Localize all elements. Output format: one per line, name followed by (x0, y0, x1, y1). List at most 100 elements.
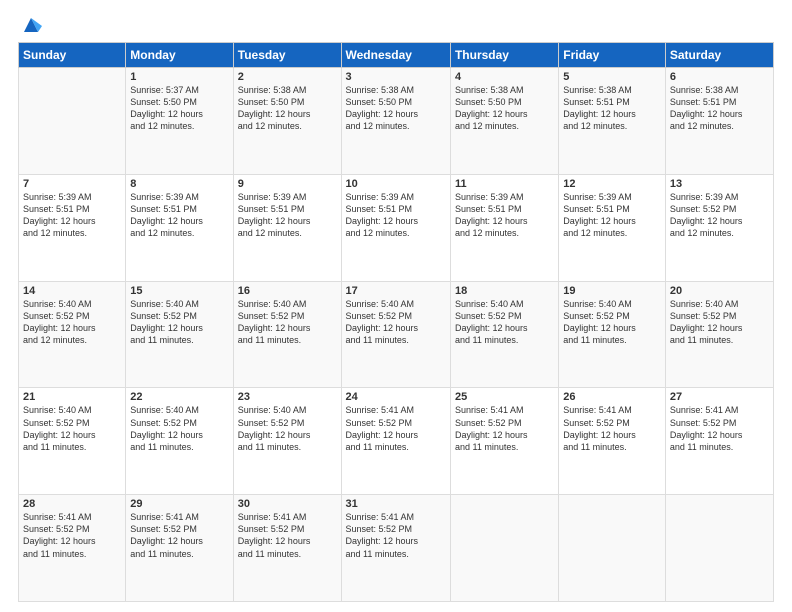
day-number: 17 (346, 285, 446, 297)
calendar-week-row: 7Sunrise: 5:39 AM Sunset: 5:51 PM Daylig… (19, 174, 774, 281)
day-number: 16 (238, 285, 337, 297)
day-info: Sunrise: 5:38 AM Sunset: 5:50 PM Dayligh… (238, 84, 337, 133)
header-friday: Friday (559, 43, 666, 68)
calendar-cell: 17Sunrise: 5:40 AM Sunset: 5:52 PM Dayli… (341, 281, 450, 388)
day-info: Sunrise: 5:40 AM Sunset: 5:52 PM Dayligh… (455, 298, 554, 347)
calendar-cell: 14Sunrise: 5:40 AM Sunset: 5:52 PM Dayli… (19, 281, 126, 388)
day-number: 31 (346, 498, 446, 510)
day-info: Sunrise: 5:40 AM Sunset: 5:52 PM Dayligh… (238, 404, 337, 453)
day-info: Sunrise: 5:39 AM Sunset: 5:51 PM Dayligh… (23, 191, 121, 240)
day-info: Sunrise: 5:38 AM Sunset: 5:51 PM Dayligh… (670, 84, 769, 133)
day-number: 12 (563, 178, 661, 190)
calendar-cell: 11Sunrise: 5:39 AM Sunset: 5:51 PM Dayli… (450, 174, 558, 281)
calendar-cell: 29Sunrise: 5:41 AM Sunset: 5:52 PM Dayli… (126, 495, 233, 602)
day-info: Sunrise: 5:41 AM Sunset: 5:52 PM Dayligh… (346, 511, 446, 560)
day-info: Sunrise: 5:39 AM Sunset: 5:51 PM Dayligh… (130, 191, 228, 240)
day-info: Sunrise: 5:39 AM Sunset: 5:51 PM Dayligh… (563, 191, 661, 240)
header-tuesday: Tuesday (233, 43, 341, 68)
header-thursday: Thursday (450, 43, 558, 68)
day-number: 27 (670, 391, 769, 403)
day-info: Sunrise: 5:39 AM Sunset: 5:51 PM Dayligh… (346, 191, 446, 240)
day-number: 2 (238, 71, 337, 83)
calendar-cell: 13Sunrise: 5:39 AM Sunset: 5:52 PM Dayli… (665, 174, 773, 281)
calendar-cell (450, 495, 558, 602)
day-number: 26 (563, 391, 661, 403)
day-number: 30 (238, 498, 337, 510)
calendar-cell: 25Sunrise: 5:41 AM Sunset: 5:52 PM Dayli… (450, 388, 558, 495)
calendar-cell: 27Sunrise: 5:41 AM Sunset: 5:52 PM Dayli… (665, 388, 773, 495)
calendar-cell (19, 68, 126, 175)
day-info: Sunrise: 5:39 AM Sunset: 5:51 PM Dayligh… (238, 191, 337, 240)
day-number: 6 (670, 71, 769, 83)
calendar-table: SundayMondayTuesdayWednesdayThursdayFrid… (18, 42, 774, 602)
day-info: Sunrise: 5:37 AM Sunset: 5:50 PM Dayligh… (130, 84, 228, 133)
calendar-cell: 2Sunrise: 5:38 AM Sunset: 5:50 PM Daylig… (233, 68, 341, 175)
day-info: Sunrise: 5:41 AM Sunset: 5:52 PM Dayligh… (130, 511, 228, 560)
day-info: Sunrise: 5:40 AM Sunset: 5:52 PM Dayligh… (23, 298, 121, 347)
calendar-cell: 9Sunrise: 5:39 AM Sunset: 5:51 PM Daylig… (233, 174, 341, 281)
day-number: 3 (346, 71, 446, 83)
day-info: Sunrise: 5:41 AM Sunset: 5:52 PM Dayligh… (455, 404, 554, 453)
calendar-cell: 8Sunrise: 5:39 AM Sunset: 5:51 PM Daylig… (126, 174, 233, 281)
day-info: Sunrise: 5:40 AM Sunset: 5:52 PM Dayligh… (238, 298, 337, 347)
calendar-cell: 10Sunrise: 5:39 AM Sunset: 5:51 PM Dayli… (341, 174, 450, 281)
calendar-cell: 1Sunrise: 5:37 AM Sunset: 5:50 PM Daylig… (126, 68, 233, 175)
day-number: 9 (238, 178, 337, 190)
day-number: 14 (23, 285, 121, 297)
calendar-cell: 22Sunrise: 5:40 AM Sunset: 5:52 PM Dayli… (126, 388, 233, 495)
day-info: Sunrise: 5:40 AM Sunset: 5:52 PM Dayligh… (130, 298, 228, 347)
calendar-cell: 26Sunrise: 5:41 AM Sunset: 5:52 PM Dayli… (559, 388, 666, 495)
calendar-cell: 20Sunrise: 5:40 AM Sunset: 5:52 PM Dayli… (665, 281, 773, 388)
calendar-cell: 16Sunrise: 5:40 AM Sunset: 5:52 PM Dayli… (233, 281, 341, 388)
day-info: Sunrise: 5:39 AM Sunset: 5:51 PM Dayligh… (455, 191, 554, 240)
calendar-cell: 28Sunrise: 5:41 AM Sunset: 5:52 PM Dayli… (19, 495, 126, 602)
header-sunday: Sunday (19, 43, 126, 68)
day-info: Sunrise: 5:38 AM Sunset: 5:51 PM Dayligh… (563, 84, 661, 133)
day-info: Sunrise: 5:41 AM Sunset: 5:52 PM Dayligh… (670, 404, 769, 453)
calendar-week-row: 14Sunrise: 5:40 AM Sunset: 5:52 PM Dayli… (19, 281, 774, 388)
calendar-week-row: 21Sunrise: 5:40 AM Sunset: 5:52 PM Dayli… (19, 388, 774, 495)
calendar-cell: 31Sunrise: 5:41 AM Sunset: 5:52 PM Dayli… (341, 495, 450, 602)
day-info: Sunrise: 5:41 AM Sunset: 5:52 PM Dayligh… (23, 511, 121, 560)
calendar-cell: 21Sunrise: 5:40 AM Sunset: 5:52 PM Dayli… (19, 388, 126, 495)
day-number: 10 (346, 178, 446, 190)
day-number: 19 (563, 285, 661, 297)
day-number: 21 (23, 391, 121, 403)
calendar-week-row: 28Sunrise: 5:41 AM Sunset: 5:52 PM Dayli… (19, 495, 774, 602)
calendar-cell: 18Sunrise: 5:40 AM Sunset: 5:52 PM Dayli… (450, 281, 558, 388)
calendar-cell: 4Sunrise: 5:38 AM Sunset: 5:50 PM Daylig… (450, 68, 558, 175)
calendar-cell: 12Sunrise: 5:39 AM Sunset: 5:51 PM Dayli… (559, 174, 666, 281)
day-number: 15 (130, 285, 228, 297)
calendar-cell: 23Sunrise: 5:40 AM Sunset: 5:52 PM Dayli… (233, 388, 341, 495)
calendar-cell: 5Sunrise: 5:38 AM Sunset: 5:51 PM Daylig… (559, 68, 666, 175)
calendar-cell: 30Sunrise: 5:41 AM Sunset: 5:52 PM Dayli… (233, 495, 341, 602)
day-info: Sunrise: 5:40 AM Sunset: 5:52 PM Dayligh… (23, 404, 121, 453)
day-info: Sunrise: 5:40 AM Sunset: 5:52 PM Dayligh… (563, 298, 661, 347)
calendar-header-row: SundayMondayTuesdayWednesdayThursdayFrid… (19, 43, 774, 68)
day-number: 25 (455, 391, 554, 403)
day-number: 4 (455, 71, 554, 83)
day-info: Sunrise: 5:38 AM Sunset: 5:50 PM Dayligh… (455, 84, 554, 133)
day-number: 13 (670, 178, 769, 190)
header-wednesday: Wednesday (341, 43, 450, 68)
calendar-cell: 6Sunrise: 5:38 AM Sunset: 5:51 PM Daylig… (665, 68, 773, 175)
day-number: 20 (670, 285, 769, 297)
day-number: 18 (455, 285, 554, 297)
calendar-cell (559, 495, 666, 602)
day-number: 7 (23, 178, 121, 190)
calendar-cell: 24Sunrise: 5:41 AM Sunset: 5:52 PM Dayli… (341, 388, 450, 495)
day-info: Sunrise: 5:39 AM Sunset: 5:52 PM Dayligh… (670, 191, 769, 240)
header (18, 18, 774, 34)
logo-icon (20, 14, 42, 36)
day-info: Sunrise: 5:40 AM Sunset: 5:52 PM Dayligh… (670, 298, 769, 347)
day-number: 28 (23, 498, 121, 510)
calendar-cell (665, 495, 773, 602)
calendar-cell: 19Sunrise: 5:40 AM Sunset: 5:52 PM Dayli… (559, 281, 666, 388)
day-info: Sunrise: 5:38 AM Sunset: 5:50 PM Dayligh… (346, 84, 446, 133)
logo (18, 18, 42, 34)
day-number: 1 (130, 71, 228, 83)
day-info: Sunrise: 5:41 AM Sunset: 5:52 PM Dayligh… (346, 404, 446, 453)
day-number: 5 (563, 71, 661, 83)
calendar-cell: 3Sunrise: 5:38 AM Sunset: 5:50 PM Daylig… (341, 68, 450, 175)
day-info: Sunrise: 5:40 AM Sunset: 5:52 PM Dayligh… (346, 298, 446, 347)
